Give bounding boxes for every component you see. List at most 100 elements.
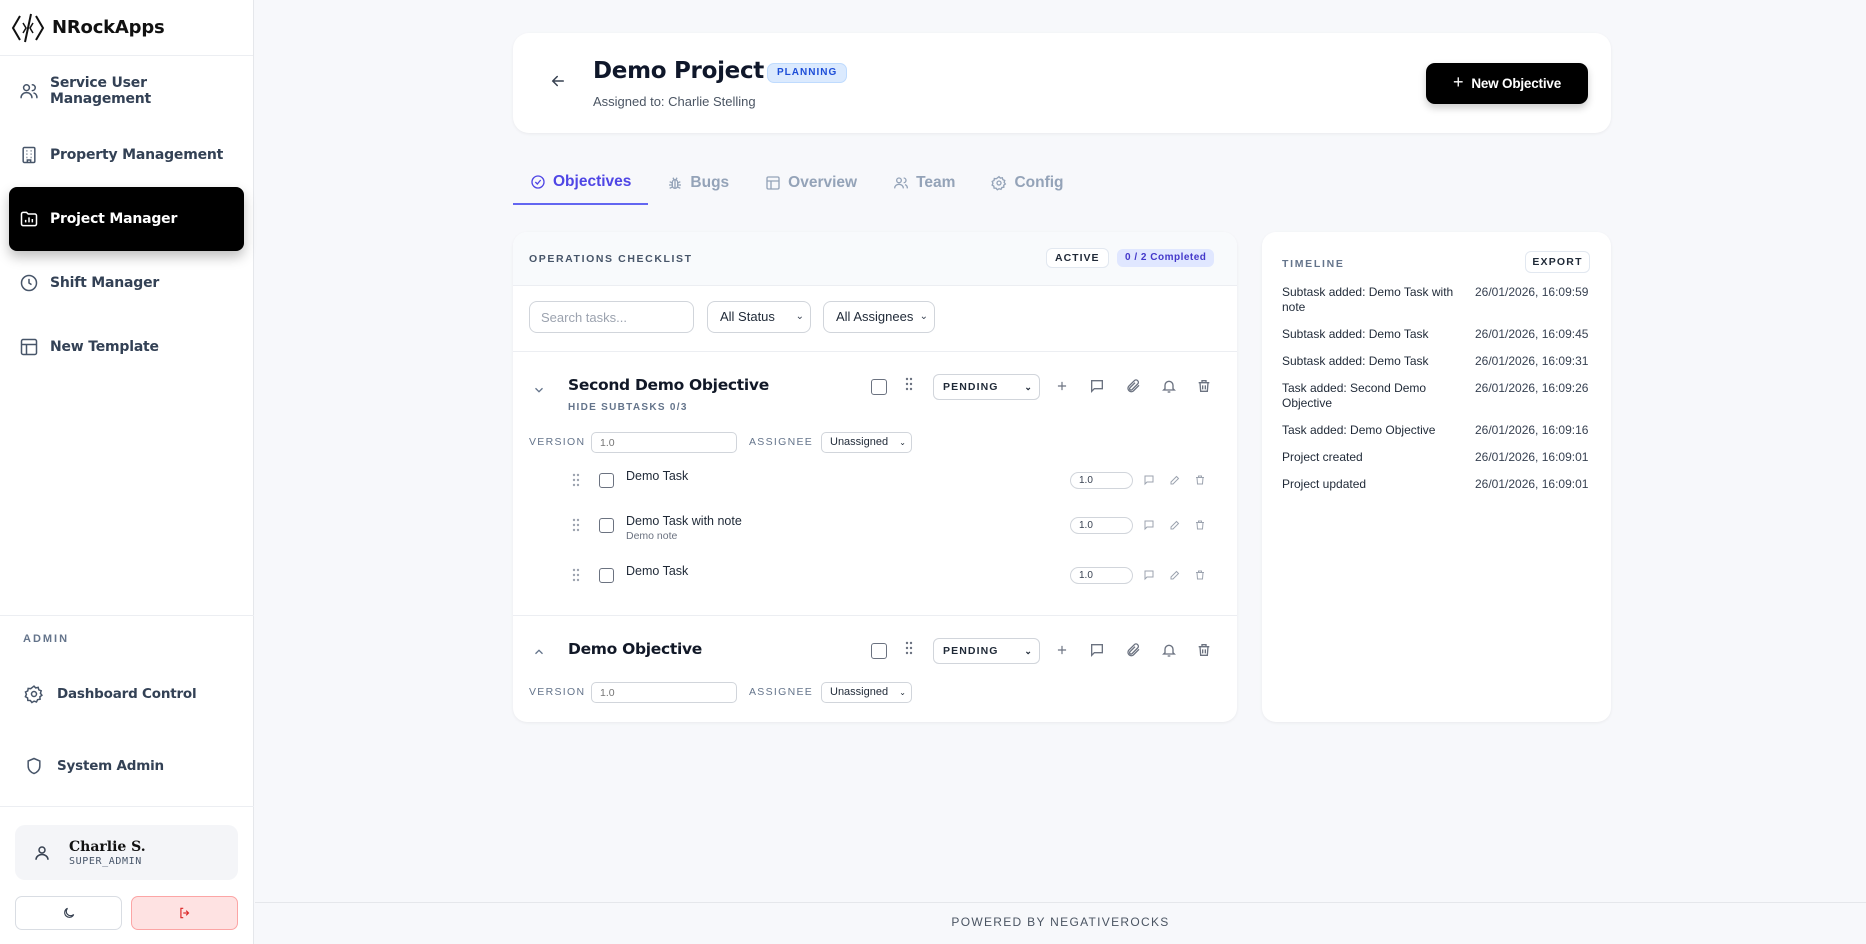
task-checkbox[interactable] xyxy=(599,473,614,488)
users-icon xyxy=(20,84,38,99)
objective-item: Demo Objective PENDING ⌄ VERSION ASSIGNE… xyxy=(513,616,1237,721)
comment-icon[interactable] xyxy=(1088,641,1106,659)
tab-team[interactable]: Team xyxy=(876,161,972,205)
task-checkbox[interactable] xyxy=(599,568,614,583)
chevron-down-icon: ⌄ xyxy=(899,438,906,447)
version-input[interactable] xyxy=(591,432,737,453)
logout-button[interactable] xyxy=(131,896,238,930)
comment-icon[interactable] xyxy=(1088,377,1106,395)
edit-icon[interactable] xyxy=(1168,518,1182,532)
sidebar-item-system-admin[interactable]: System Admin xyxy=(0,730,254,802)
status-filter-select[interactable]: All Status ⌄ xyxy=(707,301,811,333)
sidebar-item-project-manager[interactable]: Project Manager xyxy=(9,187,244,251)
sidebar-item-new-template[interactable]: New Template xyxy=(9,315,244,379)
plus-icon: + xyxy=(1453,72,1464,92)
trash-icon[interactable] xyxy=(1193,568,1207,582)
task-version[interactable]: 1.0 xyxy=(1070,517,1133,534)
trash-icon[interactable] xyxy=(1195,641,1213,659)
search-input[interactable] xyxy=(529,301,694,333)
bell-icon[interactable] xyxy=(1160,377,1178,395)
attachment-icon[interactable] xyxy=(1124,641,1142,659)
moon-icon xyxy=(63,907,74,918)
tab-label: Overview xyxy=(788,174,858,191)
sidebar-item-shift-manager[interactable]: Shift Manager xyxy=(9,251,244,315)
trash-icon[interactable] xyxy=(1195,377,1213,395)
drag-handle-icon[interactable] xyxy=(903,640,915,656)
admin-label: ADMIN xyxy=(23,633,70,645)
objective-checkbox[interactable] xyxy=(871,643,887,659)
tab-overview[interactable]: Overview xyxy=(748,161,874,205)
tab-bar: Objectives Bugs Overview Team Config xyxy=(513,161,1083,205)
timeline-time: 26/01/2026, 16:09:59 xyxy=(1475,285,1589,299)
sidebar-item-dashboard-control[interactable]: Dashboard Control xyxy=(0,658,254,730)
task-row: Demo Task 1.0 xyxy=(513,562,1237,602)
drag-handle-icon[interactable] xyxy=(570,472,582,488)
task-version[interactable]: 1.0 xyxy=(1070,567,1133,584)
objective-checkbox[interactable] xyxy=(871,379,887,395)
trash-icon[interactable] xyxy=(1193,518,1207,532)
chevron-down-icon: ⌄ xyxy=(919,311,928,322)
export-button[interactable]: EXPORT xyxy=(1525,251,1590,273)
tab-label: Objectives xyxy=(553,173,632,190)
filter-bar: All Status ⌄ All Assignees ⌄ xyxy=(513,286,1237,352)
drag-handle-icon[interactable] xyxy=(903,376,915,392)
brand[interactable]: NRockApps xyxy=(0,0,253,56)
comment-icon[interactable] xyxy=(1142,568,1156,582)
task-checkbox[interactable] xyxy=(599,518,614,533)
add-subtask-icon[interactable] xyxy=(1053,377,1071,395)
collapse-toggle[interactable] xyxy=(531,644,547,660)
drag-handle-icon[interactable] xyxy=(570,517,582,533)
timeline-time: 26/01/2026, 16:09:01 xyxy=(1475,477,1589,491)
chevron-down-icon xyxy=(535,387,543,393)
status-value: PENDING xyxy=(943,645,999,657)
completed-badge: 0 / 2 Completed xyxy=(1117,249,1215,267)
objective-status-select[interactable]: PENDING ⌄ xyxy=(933,638,1040,664)
checklist-header: OPERATIONS CHECKLIST ACTIVE 0 / 2 Comple… xyxy=(513,232,1237,286)
sidebar-item-label: Service User Management xyxy=(50,75,152,107)
sidebar-item-property-management[interactable]: Property Management xyxy=(9,123,244,187)
sidebar-item-label: Shift Manager xyxy=(50,275,160,291)
edit-icon[interactable] xyxy=(1168,473,1182,487)
task-version[interactable]: 1.0 xyxy=(1070,472,1133,489)
assignee-select[interactable]: Unassigned ⌄ xyxy=(821,432,912,453)
toggle-subtasks-link[interactable]: HIDE SUBTASKS 0/3 xyxy=(568,402,688,413)
theme-toggle-button[interactable] xyxy=(15,896,122,930)
user-card[interactable]: Charlie S. SUPER_ADMIN xyxy=(15,825,238,880)
chevron-down-icon: ⌄ xyxy=(795,311,804,322)
status-filter-value: All Status xyxy=(720,309,775,324)
timeline-time: 26/01/2026, 16:09:45 xyxy=(1475,327,1589,341)
check-circle-icon xyxy=(531,175,545,189)
comment-icon[interactable] xyxy=(1142,518,1156,532)
trash-icon[interactable] xyxy=(1193,473,1207,487)
back-button[interactable] xyxy=(546,69,570,93)
user-section: Charlie S. SUPER_ADMIN xyxy=(0,806,254,944)
timeline-event: Subtask added: Demo Task xyxy=(1282,327,1429,341)
logout-icon xyxy=(179,907,189,919)
add-subtask-icon[interactable] xyxy=(1053,641,1071,659)
comment-icon[interactable] xyxy=(1142,473,1156,487)
operations-checklist: OPERATIONS CHECKLIST ACTIVE 0 / 2 Comple… xyxy=(513,232,1237,722)
bell-icon[interactable] xyxy=(1160,641,1178,659)
tab-config[interactable]: Config xyxy=(974,161,1080,205)
objective-status-select[interactable]: PENDING ⌄ xyxy=(933,374,1040,400)
attachment-icon[interactable] xyxy=(1124,377,1142,395)
tab-bugs[interactable]: Bugs xyxy=(650,161,746,205)
folder-chart-icon xyxy=(20,211,38,227)
status-value: PENDING xyxy=(943,381,999,393)
assignee-select[interactable]: Unassigned ⌄ xyxy=(821,682,912,703)
chevron-up-icon xyxy=(535,649,543,655)
new-objective-button[interactable]: + New Objective xyxy=(1426,63,1588,104)
brand-name: NRockApps xyxy=(52,17,165,38)
timeline-title: TIMELINE xyxy=(1282,258,1345,270)
version-input[interactable] xyxy=(591,682,737,703)
assignee-filter-select[interactable]: All Assignees ⌄ xyxy=(823,301,935,333)
drag-handle-icon[interactable] xyxy=(570,567,582,583)
edit-icon[interactable] xyxy=(1168,568,1182,582)
sidebar: NRockApps Service User Management Proper… xyxy=(0,0,254,944)
task-name: Demo Task xyxy=(626,469,689,483)
chevron-down-icon: ⌄ xyxy=(1024,382,1033,392)
collapse-toggle[interactable] xyxy=(531,382,547,398)
sidebar-item-service-user-management[interactable]: Service User Management xyxy=(9,59,244,123)
tab-objectives[interactable]: Objectives xyxy=(513,161,649,205)
chevron-down-icon: ⌄ xyxy=(1024,646,1033,656)
